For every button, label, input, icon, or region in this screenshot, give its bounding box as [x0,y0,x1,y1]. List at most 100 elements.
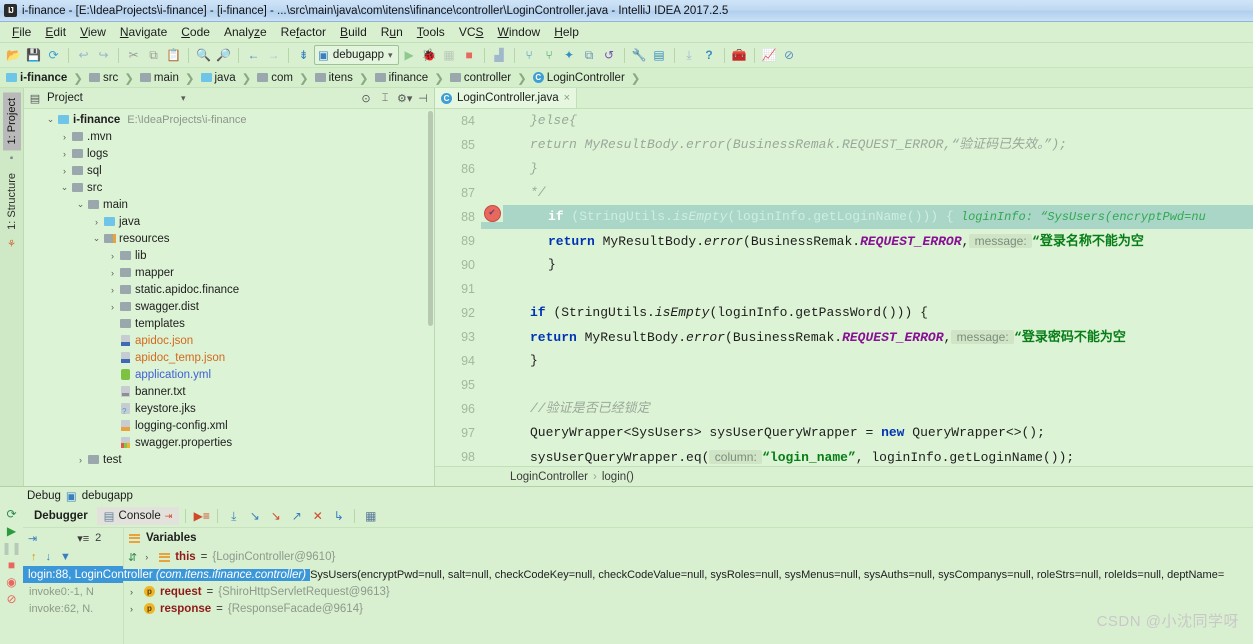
step-over-icon[interactable]: ⤓ [224,507,243,526]
code-line-90[interactable]: 90 } [435,253,1253,277]
menu-item-help[interactable]: Help [547,23,586,41]
project-panel-title[interactable]: Project ▾ [47,92,354,104]
menu-item-edit[interactable]: Edit [38,23,73,41]
code-line-93[interactable]: 93 return MyResultBody.error(BusinessRem… [435,325,1253,349]
tree-item-templates[interactable]: templates [24,315,434,332]
chevron-right-icon[interactable]: › [106,302,119,312]
gear-icon[interactable]: ⚙▾ [397,92,412,105]
tree-item-logs[interactable]: › logs [24,145,434,162]
resume-icon[interactable]: ▶ [7,525,16,537]
code-view[interactable]: 84 }else{ 85 return MyResultBody.error(B… [435,109,1253,466]
breadcrumb-item-main[interactable]: main ❯ [138,71,199,85]
sidebar-item-structure[interactable]: 1: Structure [3,167,21,236]
breadcrumb-item-src[interactable]: src ❯ [87,71,138,85]
tab-login-controller[interactable]: C LoginController.java × [435,88,578,108]
up-icon[interactable]: ↑ [31,551,37,563]
step-into-icon[interactable]: ↘ [245,507,264,526]
hide-icon[interactable]: ⊣ [416,92,430,105]
code-line-94[interactable]: 94 } [435,349,1253,373]
run-configuration-selector[interactable]: ▣ debugapp ▾ [314,45,399,65]
tree-item-logging-config-xml[interactable]: logging-config.xml [24,417,434,434]
chevron-right-icon[interactable]: › [74,455,87,465]
menu-item-run[interactable]: Run [374,23,410,41]
project-tree[interactable]: ⌄ i-finance E:\IdeaProjects\i-finance › … [24,109,434,486]
open-folder-icon[interactable]: 📂 [4,46,23,65]
pin-icon[interactable]: ⇥ [165,511,173,522]
menu-item-tools[interactable]: Tools [410,23,452,41]
run-to-cursor-icon[interactable]: ↳ [329,507,348,526]
close-icon[interactable]: × [564,92,570,104]
code-line-95[interactable]: 95 [435,373,1253,397]
menu-item-build[interactable]: Build [333,23,374,41]
chevron-right-icon[interactable]: › [58,132,71,142]
force-step-into-icon[interactable]: ↘ [266,507,285,526]
code-line-84[interactable]: 84 }else{ [435,109,1253,133]
variable-row-request[interactable]: › p request = {ShiroHttpServletRequest@9… [124,583,1253,600]
tree-item-test[interactable]: › test [24,451,434,468]
tree-item-mapper[interactable]: › mapper [24,264,434,281]
find-icon[interactable]: 🔍 [194,46,213,65]
tree-item-main[interactable]: ⌄ main [24,196,434,213]
collapse-all-icon[interactable]: ⌶ [378,92,392,105]
breadcrumb-item-com[interactable]: com ❯ [255,71,312,85]
run-icon[interactable]: ▶ [400,46,419,65]
menu-item-code[interactable]: Code [174,23,217,41]
frame-row[interactable]: invoke:62, N. [23,600,123,617]
code-line-87[interactable]: 87 */ [435,181,1253,205]
debug-config-label[interactable]: debugapp [82,490,133,502]
compile-icon[interactable]: ⇟ [294,46,313,65]
tree-item-java[interactable]: › java [24,213,434,230]
chevron-right-icon[interactable]: › [106,251,119,261]
monitor-icon[interactable]: 📈 [760,46,779,65]
code-line-97[interactable]: 97 QueryWrapper<SysUsers> sysUserQueryWr… [435,421,1253,445]
menu-item-navigate[interactable]: Navigate [113,23,174,41]
menu-item-refactor[interactable]: Refactor [274,23,333,41]
breadcrumb-item-controller[interactable]: controller ❯ [448,71,531,85]
menu-item-analyze[interactable]: Analyze [217,23,274,41]
tree-item-apidoc-temp-json[interactable]: apidoc_temp.json [24,349,434,366]
set-value-icon[interactable]: ⇵ [128,551,137,564]
undo-icon[interactable]: ↩ [74,46,93,65]
replace-icon[interactable]: 🔎 [214,46,233,65]
back-icon[interactable]: ← [244,46,263,65]
breadcrumb-item-java[interactable]: java ❯ [199,71,256,85]
code-line-96[interactable]: 96 //验证是否已经锁定 [435,397,1253,421]
code-line-89[interactable]: 89 return MyResultBody.error(BusinessRem… [435,229,1253,253]
tab-debugger[interactable]: Debugger [27,508,95,524]
chevron-down-icon[interactable]: ⌄ [44,114,57,125]
chevron-right-icon[interactable]: › [90,217,103,227]
breadcrumb-item-itens[interactable]: itens ❯ [313,71,373,85]
diff-icon[interactable]: ⧉ [580,46,599,65]
toolbox-icon[interactable]: 🧰 [730,46,749,65]
variable-row-response[interactable]: › p response = {ResponseFacade@9614} [124,600,1253,617]
tree-item-banner-txt[interactable]: banner.txt [24,383,434,400]
breakpoint-gutter[interactable]: ✔ [481,205,503,222]
menu-item-vcs[interactable]: VCS [452,23,491,41]
stop-icon[interactable]: ■ [8,559,15,571]
frame-tooltip-selected[interactable]: login:88, LoginController (com.itens.ifi… [24,568,311,581]
frame-filter-icon[interactable]: ▾≡ [77,532,89,545]
cut-icon[interactable]: ✂ [124,46,143,65]
tree-item-swagger-dist[interactable]: › swagger.dist [24,298,434,315]
chevron-right-icon[interactable]: › [145,552,154,562]
menu-item-view[interactable]: View [73,23,113,41]
debug-icon[interactable]: 🐞 [420,46,439,65]
project-scrollbar[interactable] [428,111,433,326]
status-class-name[interactable]: LoginController [510,471,588,483]
code-line-88-current[interactable]: 88 ✔ if (StringUtils.isEmpty(loginInfo.g… [435,205,1253,229]
code-line-86[interactable]: 86 } [435,157,1253,181]
favorites-icon[interactable]: ▪ [10,153,14,164]
chevron-down-icon[interactable]: ⌄ [74,199,87,210]
sdk-icon[interactable]: ⤓ [680,46,699,65]
no-access-icon[interactable]: ⊘ [780,46,799,65]
help-icon[interactable]: ? [700,46,719,65]
project-structure-icon[interactable]: ▤ [650,46,669,65]
chevron-down-icon[interactable]: ⌄ [90,233,103,244]
variable-row-this[interactable]: › this = {LoginController@9610} [145,551,335,563]
code-line-98[interactable]: 98 sysUserQueryWrapper.eq( column: “logi… [435,445,1253,466]
chevron-down-icon[interactable]: ▾ [181,93,186,103]
breakpoint-icon[interactable]: ✔ [483,205,501,222]
code-line-91[interactable]: 91 [435,277,1253,301]
tree-item-apidoc-json[interactable]: apidoc.json [24,332,434,349]
evaluate-expression-icon[interactable]: ▦ [361,507,380,526]
